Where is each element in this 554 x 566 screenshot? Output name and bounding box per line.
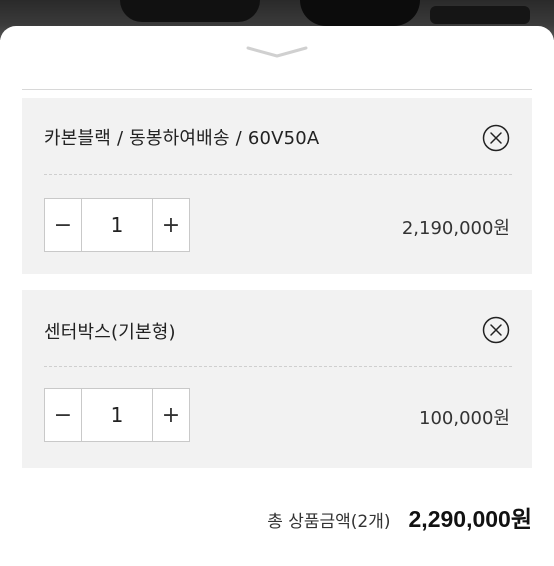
decrease-quantity-button[interactable]: − [45,389,81,441]
selected-option-card: 카본블랙 / 동봉하여배송 / 60V50A − 1 + 2,190,000원 [22,98,532,274]
chevron-down-icon [246,46,308,58]
close-circle-icon [482,124,510,152]
remove-option-button[interactable] [482,124,510,152]
quantity-stepper: − 1 + [44,198,190,252]
increase-quantity-button[interactable]: + [153,199,189,251]
divider [22,89,532,90]
sheet-collapse-handle[interactable] [244,44,310,58]
total-summary: 총 상품금액(2개) 2,290,000원 [267,500,532,534]
option-name: 센터박스(기본형) [44,322,176,343]
option-price: 100,000원 [419,408,510,429]
dashed-divider [44,174,512,175]
quantity-stepper: − 1 + [44,388,190,442]
total-amount: 2,290,000원 [408,506,532,532]
increase-quantity-button[interactable]: + [153,389,189,441]
dashed-divider [44,366,512,367]
option-price: 2,190,000원 [401,218,510,239]
decrease-quantity-button[interactable]: − [45,199,81,251]
selected-option-card: 센터박스(기본형) − 1 + 100,000원 [22,290,532,468]
option-name: 카본블랙 / 동봉하여배송 / 60V50A [44,128,320,149]
close-circle-icon [482,316,510,344]
total-label: 총 상품금액(2개) [267,512,391,532]
quantity-value[interactable]: 1 [81,199,153,251]
remove-option-button[interactable] [482,316,510,344]
quantity-value[interactable]: 1 [81,389,153,441]
